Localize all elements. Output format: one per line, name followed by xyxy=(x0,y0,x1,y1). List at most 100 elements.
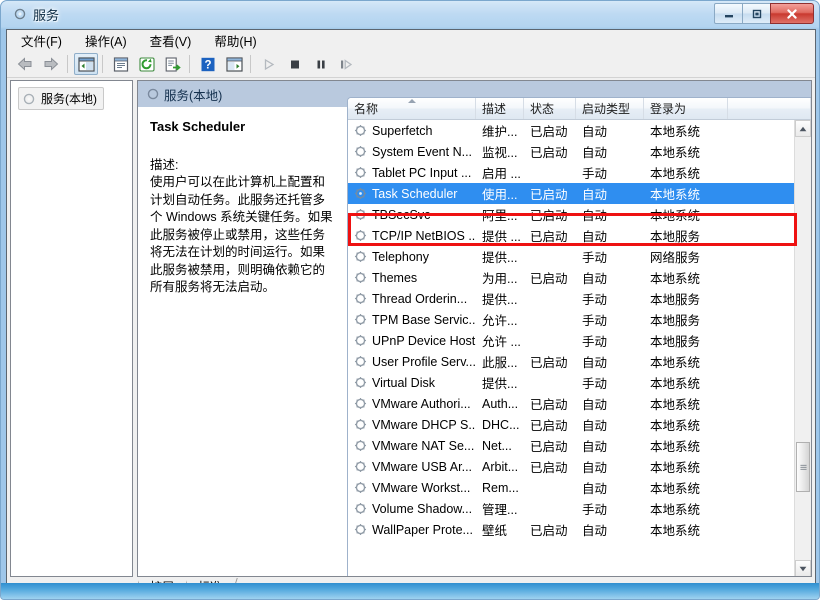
table-row[interactable]: Thread Orderin...提供...手动本地服务 xyxy=(348,288,795,309)
service-detail-pane: Task Scheduler 描述: 使用户可以在此计算机上配置和计划自动任务。… xyxy=(138,107,347,577)
back-arrow-icon[interactable] xyxy=(13,53,37,75)
help-icon[interactable]: ? xyxy=(196,53,220,75)
cell-name: VMware DHCP S... xyxy=(348,418,476,432)
service-name-label: Superfetch xyxy=(372,124,432,138)
pause-service-icon xyxy=(309,53,333,75)
menu-help[interactable]: 帮助(H) xyxy=(205,29,265,52)
tree-node-services-local[interactable]: 服务(本地) xyxy=(18,87,104,110)
cell-startup: 手动 xyxy=(576,373,644,392)
cell-status: 已启动 xyxy=(524,415,576,434)
table-row[interactable]: Themes为用...已启动自动本地系统 xyxy=(348,267,795,288)
column-startup-type-label: 启动类型 xyxy=(582,100,630,117)
table-row[interactable]: Tablet PC Input ...启用 ...手动本地系统 xyxy=(348,162,795,183)
service-gear-icon xyxy=(354,334,367,347)
menu-file[interactable]: 文件(F) xyxy=(12,29,71,52)
cell-logon: 本地系统 xyxy=(644,457,728,476)
service-gear-icon xyxy=(354,166,367,179)
scroll-down-icon[interactable] xyxy=(795,560,811,577)
show-action-pane-icon[interactable] xyxy=(222,53,246,75)
export-list-icon[interactable] xyxy=(161,53,185,75)
forward-arrow-icon[interactable] xyxy=(39,53,63,75)
cell-startup: 手动 xyxy=(576,247,644,266)
table-row[interactable]: TPM Base Servic...允许...手动本地服务 xyxy=(348,309,795,330)
table-row[interactable]: Task Scheduler使用...已启动自动本地系统 xyxy=(348,183,795,204)
cell-logon: 本地系统 xyxy=(644,142,728,161)
service-gear-icon xyxy=(354,439,367,452)
table-row[interactable]: VMware DHCP S...DHC...已启动自动本地系统 xyxy=(348,414,795,435)
table-row[interactable]: Telephony提供...手动网络服务 xyxy=(348,246,795,267)
cell-status: 已启动 xyxy=(524,226,576,245)
cell-description: 允许 ... xyxy=(476,331,524,350)
column-log-on-as[interactable]: 登录为 xyxy=(644,98,728,119)
scroll-up-icon[interactable] xyxy=(795,120,811,137)
service-name-label: WallPaper Prote... xyxy=(372,523,473,537)
menu-view[interactable]: 查看(V) xyxy=(141,29,201,52)
refresh-icon[interactable] xyxy=(135,53,159,75)
cell-description: 允许... xyxy=(476,310,524,329)
table-row[interactable]: WallPaper Prote...壁纸已启动自动本地系统 xyxy=(348,519,795,540)
table-row[interactable]: Superfetch维护...已启动自动本地系统 xyxy=(348,120,795,141)
table-row[interactable]: VMware USB Ar...Arbit...已启动自动本地系统 xyxy=(348,456,795,477)
cell-name: TBSecSvc xyxy=(348,208,476,222)
cell-name: UPnP Device Host xyxy=(348,334,476,348)
service-name-label: User Profile Serv... xyxy=(372,355,476,369)
title-bar[interactable]: 服务 xyxy=(1,1,820,27)
cell-logon: 本地服务 xyxy=(644,289,728,308)
list-vertical-scrollbar[interactable] xyxy=(794,120,811,577)
service-gear-icon xyxy=(354,145,367,158)
table-row[interactable]: User Profile Serv...此服...已启动自动本地系统 xyxy=(348,351,795,372)
table-row[interactable]: VMware Authori...Auth...已启动自动本地系统 xyxy=(348,393,795,414)
detail-service-name: Task Scheduler xyxy=(150,119,337,134)
table-row[interactable]: TCP/IP NetBIOS ...提供 ...已启动自动本地服务 xyxy=(348,225,795,246)
service-name-label: Themes xyxy=(372,271,417,285)
close-button[interactable] xyxy=(770,3,814,24)
column-name-label: 名称 xyxy=(354,100,378,117)
column-name[interactable]: 名称 xyxy=(348,98,476,119)
properties-icon[interactable] xyxy=(109,53,133,75)
cell-name: System Event N... xyxy=(348,145,476,159)
table-row[interactable]: UPnP Device Host允许 ...手动本地服务 xyxy=(348,330,795,351)
scroll-thumb[interactable] xyxy=(796,442,810,492)
cell-description: 提供... xyxy=(476,289,524,308)
table-row[interactable]: Volume Shadow...管理...手动本地系统 xyxy=(348,498,795,519)
menu-action[interactable]: 操作(A) xyxy=(76,29,136,52)
cell-description: Net... xyxy=(476,439,524,453)
service-gear-icon xyxy=(354,292,367,305)
cell-name: Tablet PC Input ... xyxy=(348,166,476,180)
services-rows-viewport[interactable]: Superfetch维护...已启动自动本地系统System Event N..… xyxy=(348,120,795,577)
cell-startup: 自动 xyxy=(576,520,644,539)
cell-logon: 网络服务 xyxy=(644,247,728,266)
service-gear-icon xyxy=(354,376,367,389)
column-startup-type[interactable]: 启动类型 xyxy=(576,98,644,119)
cell-status: 已启动 xyxy=(524,142,576,161)
tree-node-label: 服务(本地) xyxy=(41,90,97,107)
cell-name: Superfetch xyxy=(348,124,476,138)
cell-status: 已启动 xyxy=(524,268,576,287)
minimize-icon xyxy=(715,4,743,23)
table-row[interactable]: System Event N...监视...已启动自动本地系统 xyxy=(348,141,795,162)
maximize-button[interactable] xyxy=(742,3,772,24)
table-row[interactable]: VMware Workst...Rem...自动本地系统 xyxy=(348,477,795,498)
show-tree-icon[interactable] xyxy=(74,53,98,75)
toolbar: ? xyxy=(7,51,815,78)
restart-service-icon xyxy=(335,53,359,75)
toolbar-separator xyxy=(67,55,68,73)
column-status[interactable]: 状态 xyxy=(524,98,576,119)
cell-startup: 自动 xyxy=(576,352,644,371)
menu-bar: 文件(F) 操作(A) 查看(V) 帮助(H) xyxy=(7,30,815,51)
cell-description: 为用... xyxy=(476,268,524,287)
service-name-label: VMware DHCP S... xyxy=(372,418,476,432)
cell-name: VMware Workst... xyxy=(348,481,476,495)
column-description[interactable]: 描述 xyxy=(476,98,524,119)
table-row[interactable]: VMware NAT Se...Net...已启动自动本地系统 xyxy=(348,435,795,456)
window-title: 服务 xyxy=(33,5,59,24)
cell-startup: 手动 xyxy=(576,499,644,518)
service-name-label: Volume Shadow... xyxy=(372,502,472,516)
table-row[interactable]: Virtual Disk提供...手动本地系统 xyxy=(348,372,795,393)
table-row[interactable]: TBSecSvc阿里...已启动自动本地系统 xyxy=(348,204,795,225)
column-filler[interactable] xyxy=(728,98,811,119)
toolbar-separator xyxy=(189,55,190,73)
cell-name: Virtual Disk xyxy=(348,376,476,390)
service-name-label: Virtual Disk xyxy=(372,376,435,390)
minimize-button[interactable] xyxy=(714,3,744,24)
